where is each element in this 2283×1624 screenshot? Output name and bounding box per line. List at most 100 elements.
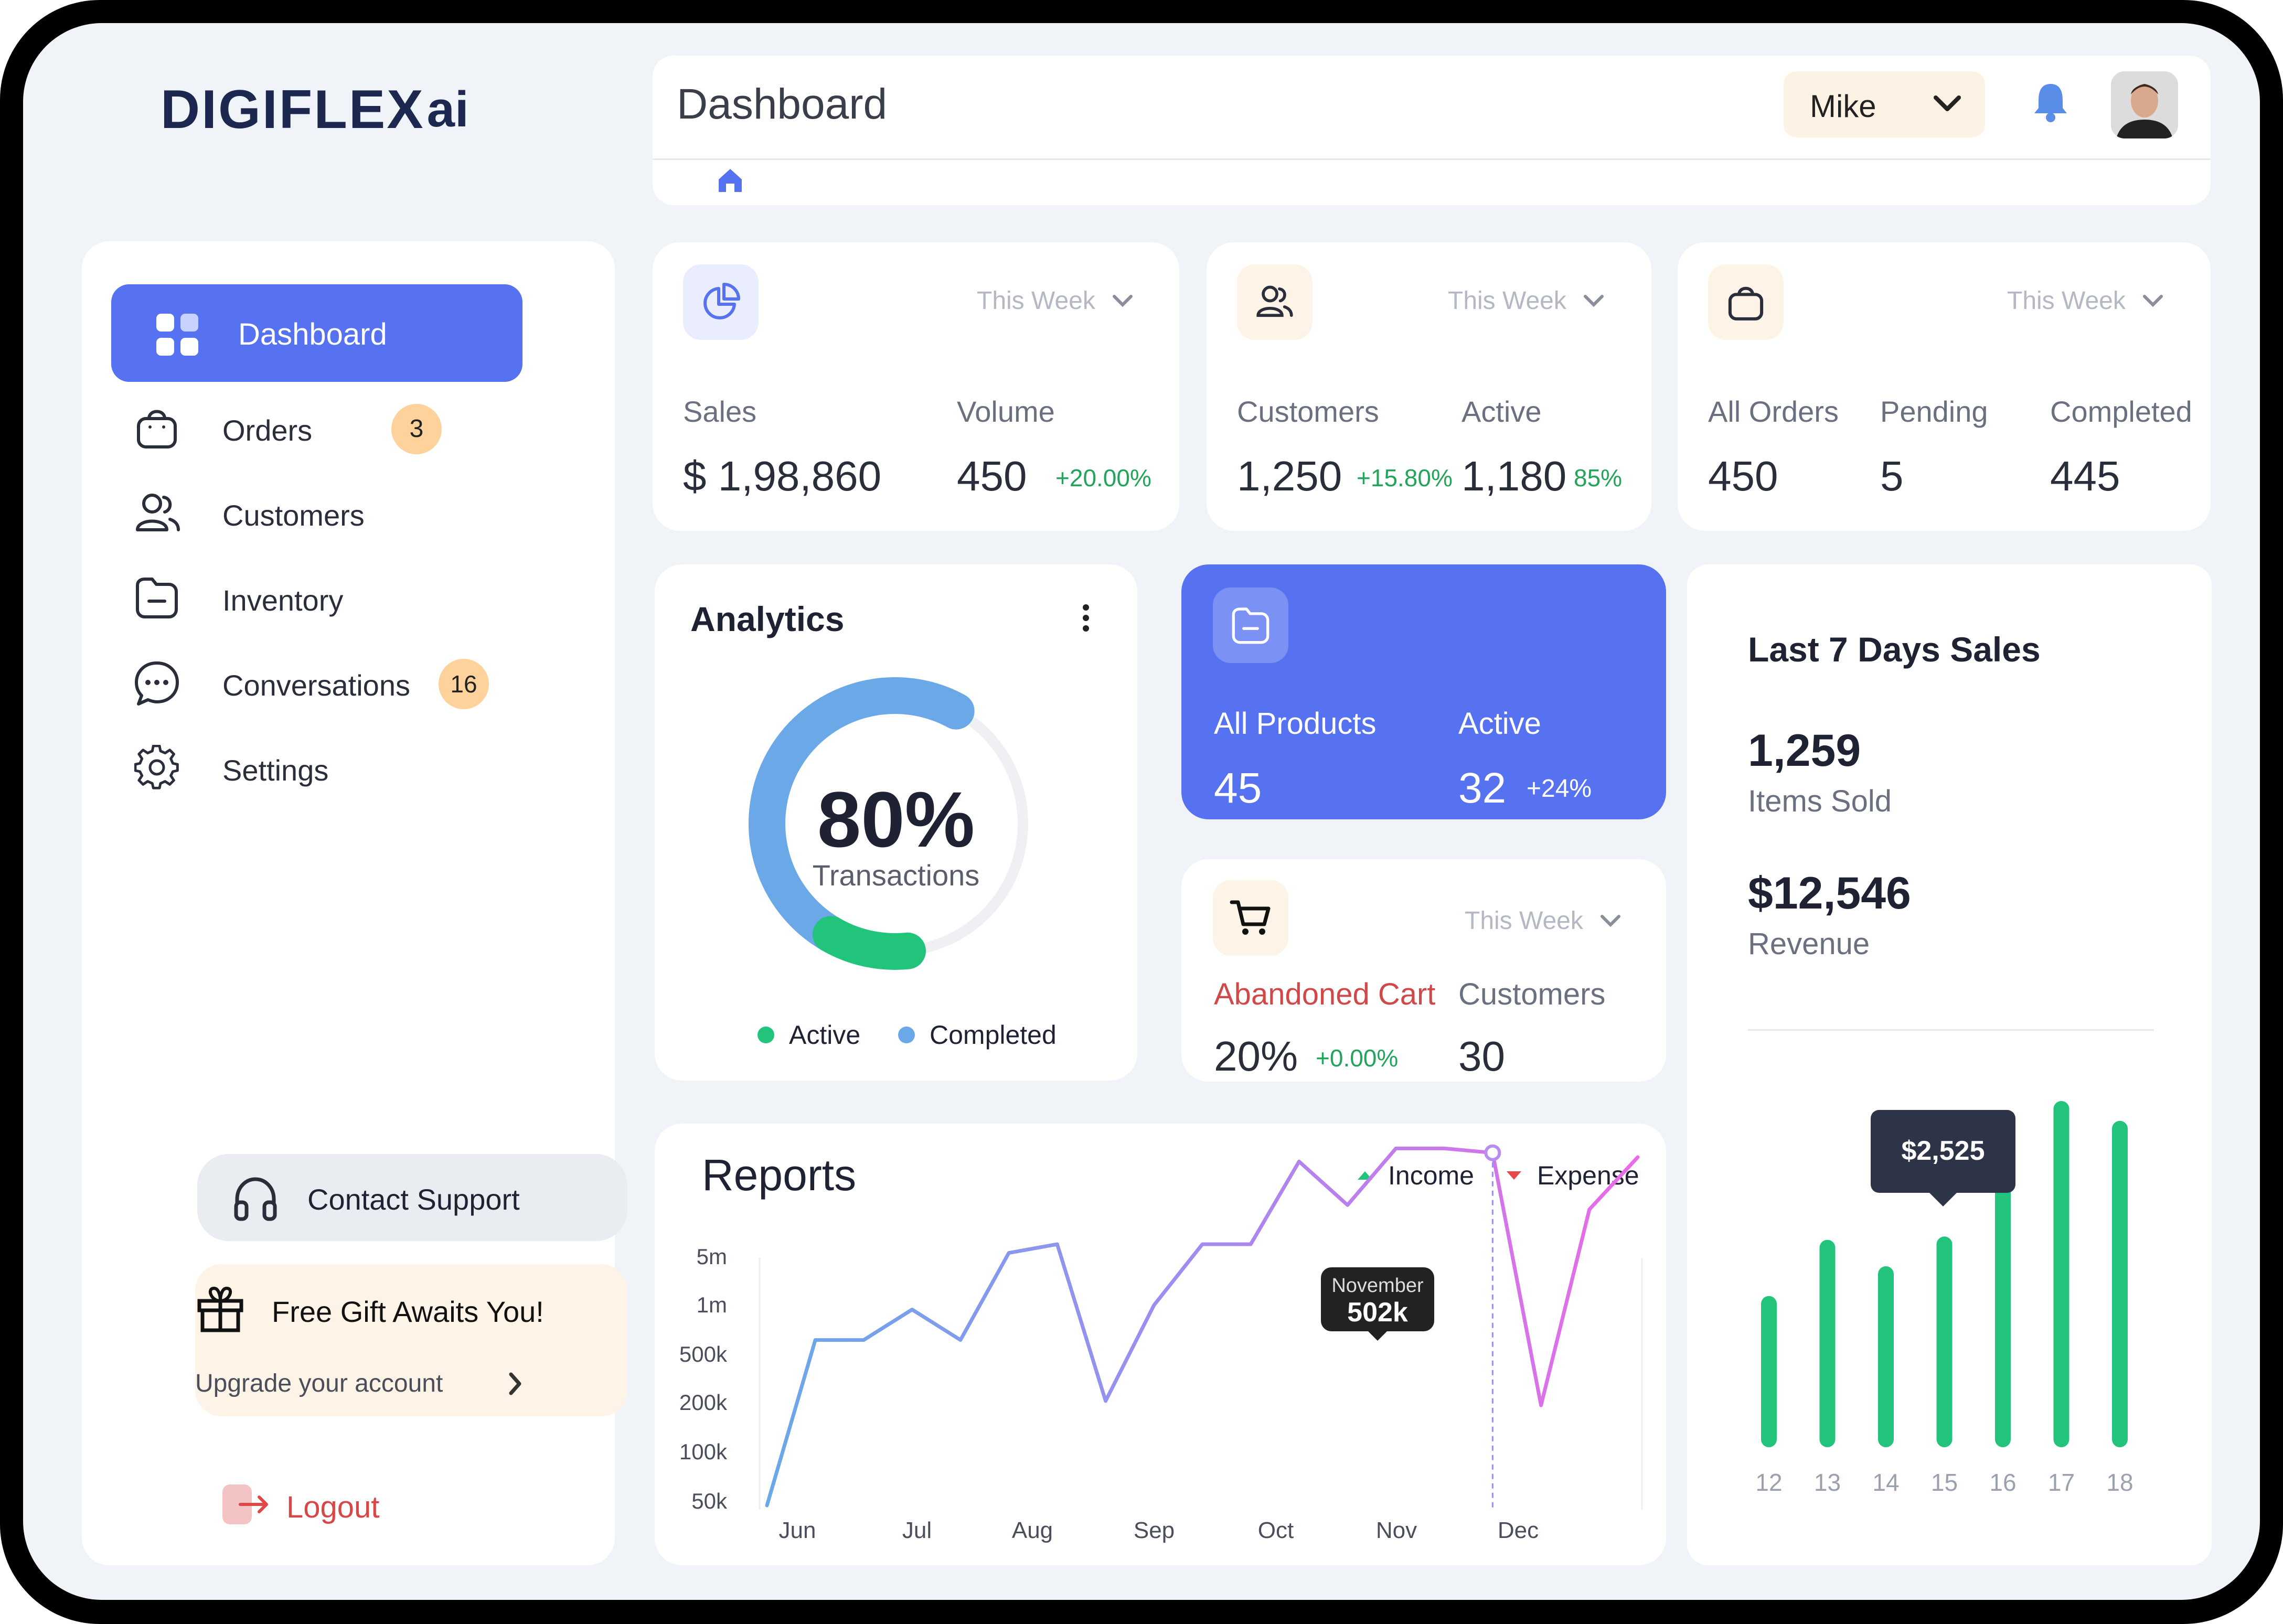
x-tick-label: Oct xyxy=(1258,1518,1294,1543)
reports-card: Reports Income Expense 5m 1m 500k 200k 100k 5… xyxy=(655,1124,1666,1565)
products-card[interactable]: All Products 45 Active 32 +24% xyxy=(1181,564,1666,819)
period-label: This Week xyxy=(977,287,1095,315)
sidebar-item-conversations[interactable]: Conversations 16 xyxy=(124,654,522,711)
customers-stat-card: This Week Customers 1,250 +15.80% Active… xyxy=(1207,242,1651,531)
bar-day-label: 15 xyxy=(1931,1469,1958,1496)
x-tick-label: Sep xyxy=(1134,1518,1175,1543)
analytics-percent: 80% xyxy=(817,775,975,863)
sidebar-item-inventory[interactable]: Inventory xyxy=(124,569,491,626)
y-tick-label: 50k xyxy=(691,1489,728,1513)
bar-tooltip-value: $2,525 xyxy=(1901,1136,1985,1166)
stat-delta: +15.80% xyxy=(1357,464,1453,492)
y-tick-label: 500k xyxy=(679,1342,728,1366)
grid-icon xyxy=(155,313,199,357)
more-options-icon[interactable] xyxy=(1081,602,1091,634)
x-tick-label: Jun xyxy=(779,1518,816,1543)
bar-day-label: 14 xyxy=(1872,1469,1899,1496)
logo-text: DIGIFLEX xyxy=(161,79,425,140)
sidebar-item-orders[interactable]: Orders 3 xyxy=(124,399,491,456)
last-7-days-card: Last 7 Days Sales 1,259 Items Sold $12,5… xyxy=(1687,564,2212,1565)
sales-stat-card: This Week Sales $ 1,98,860 Volume 450 +2… xyxy=(653,242,1179,531)
bell-icon[interactable] xyxy=(2032,81,2069,123)
analytics-caption: Transactions xyxy=(812,859,980,892)
period-label: This Week xyxy=(1465,907,1583,935)
folder-icon xyxy=(1213,587,1288,663)
stat-label: Sales xyxy=(683,395,757,428)
x-tick-label: Nov xyxy=(1376,1518,1417,1543)
logout-label: Logout xyxy=(286,1490,380,1524)
x-tick-label: Jul xyxy=(902,1518,932,1543)
sidebar-item-label: Settings xyxy=(222,754,329,787)
cart-icon xyxy=(1213,880,1288,956)
last7-bar-chart: 12 13 14 15 16 17 18 xyxy=(1755,1101,2133,1496)
stat-value: 450 xyxy=(957,453,1027,499)
sidebar-item-label: Orders xyxy=(222,414,313,447)
stat-value: 32 xyxy=(1458,764,1507,812)
chevron-down-icon xyxy=(2142,294,2163,307)
stat-label: All Orders xyxy=(1708,395,1839,428)
y-tick-label: 100k xyxy=(679,1439,728,1464)
stat-value: 20% xyxy=(1214,1033,1298,1080)
users-icon xyxy=(1237,264,1313,340)
bag-icon xyxy=(1708,264,1784,340)
stat-label: Customers xyxy=(1458,977,1606,1011)
y-tick-label: 1m xyxy=(697,1292,727,1317)
legend-label: Active xyxy=(789,1020,861,1050)
orders-stat-card: This Week All Orders 450 Pending 5 Compl… xyxy=(1678,242,2211,531)
stat-delta: +20.00% xyxy=(1055,464,1151,492)
logout-button[interactable]: Logout xyxy=(222,1479,432,1532)
chevron-down-icon xyxy=(1112,294,1133,307)
period-dropdown[interactable]: This Week xyxy=(977,286,1134,315)
analytics-title: Analytics xyxy=(690,600,845,638)
tooltip-caret xyxy=(1367,1330,1388,1341)
stat-value: 1,250 xyxy=(1237,453,1342,499)
sidebar-item-settings[interactable]: Settings xyxy=(124,739,491,796)
stat-value: 1,180 xyxy=(1461,453,1567,499)
logo-suffix: ai xyxy=(426,81,469,137)
stat-delta: +0.00% xyxy=(1316,1044,1399,1072)
folder-icon xyxy=(134,575,179,620)
sidebar-item-dashboard[interactable]: Dashboard xyxy=(111,284,522,382)
stat-value: 30 xyxy=(1458,1033,1505,1080)
chevron-down-icon xyxy=(1600,914,1620,927)
stat-delta: +24% xyxy=(1527,775,1592,803)
abandoned-cart-card: This Week Abandoned Cart 20% +0.00% Cust… xyxy=(1181,859,1666,1082)
header-divider xyxy=(653,158,2211,160)
stat-value: 5 xyxy=(1880,453,1904,499)
highlight-point xyxy=(1484,1144,1501,1161)
free-gift-card[interactable]: Free Gift Awaits You! Upgrade your accou… xyxy=(195,1264,627,1416)
user-dropdown[interactable]: Mike xyxy=(1784,71,1985,137)
pie-chart-icon xyxy=(683,264,759,340)
stat-label: Active xyxy=(1458,707,1541,741)
stat-label: Active xyxy=(1461,395,1542,428)
legend-dot xyxy=(898,1027,915,1043)
bar-day-label: 12 xyxy=(1755,1469,1782,1496)
stat-label: Customers xyxy=(1237,395,1379,428)
sidebar-item-label: Inventory xyxy=(222,584,344,617)
legend-active: Active xyxy=(758,1020,860,1050)
period-dropdown[interactable]: This Week xyxy=(1465,906,1622,935)
chevron-down-icon xyxy=(1583,294,1604,307)
sidebar-item-customers[interactable]: Customers xyxy=(124,484,491,541)
contact-support-button[interactable]: Contact Support xyxy=(197,1154,627,1241)
home-icon[interactable] xyxy=(716,166,745,195)
y-tick-label: 5m xyxy=(697,1244,727,1269)
stat-delta: 85% xyxy=(1574,464,1623,492)
brand-logo[interactable]: DIGIFLEX ai xyxy=(161,78,469,141)
sidebar: Dashboard Orders 3 Customers Inventory C… xyxy=(82,241,627,1565)
sidebar-item-label: Conversations xyxy=(222,669,410,702)
period-dropdown[interactable]: This Week xyxy=(1448,286,1605,315)
avatar[interactable] xyxy=(2111,71,2178,138)
page-title: Dashboard xyxy=(677,80,888,128)
income-line xyxy=(765,1146,1640,1508)
stat-value: 450 xyxy=(1708,453,1778,499)
gift-icon xyxy=(195,1283,246,1333)
legend-completed: Completed xyxy=(898,1020,1057,1050)
header-bar: Dashboard Mike xyxy=(653,56,2211,205)
analytics-card: Analytics 80% Transactions Active Comple… xyxy=(655,564,1137,1081)
period-dropdown[interactable]: This Week xyxy=(2007,286,2164,315)
stat-value: $ 1,98,860 xyxy=(683,453,882,499)
chevron-down-icon xyxy=(1932,92,1963,115)
bar-day-label: 17 xyxy=(2048,1469,2075,1496)
stat-value: 45 xyxy=(1214,764,1262,812)
